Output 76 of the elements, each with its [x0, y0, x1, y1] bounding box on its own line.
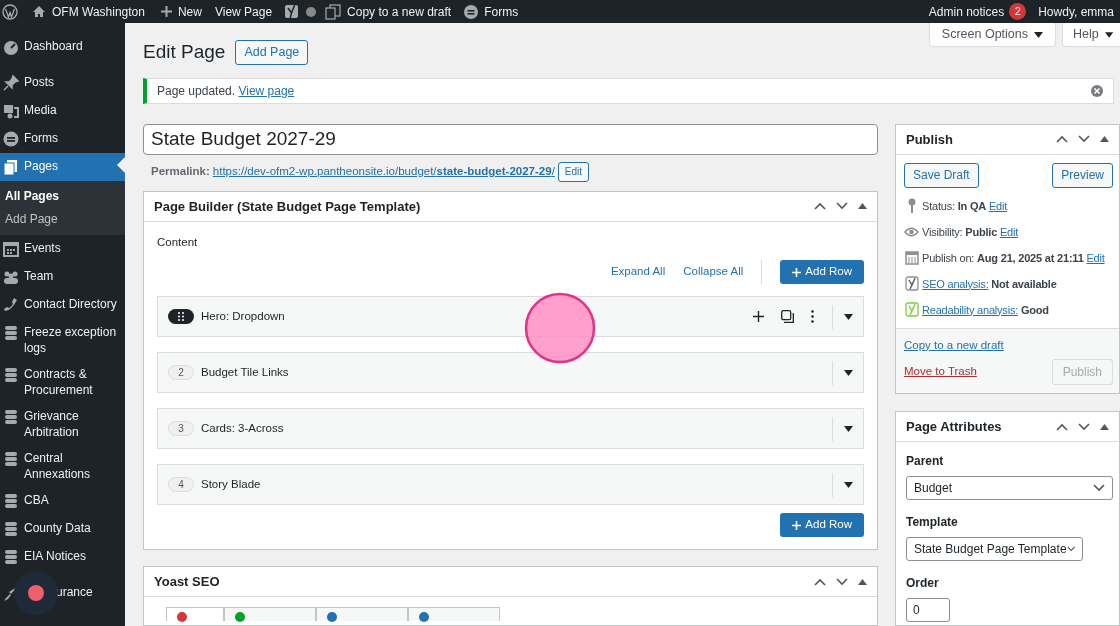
menu-item[interactable]: Contracts & Procurement	[0, 361, 125, 403]
analysis-text: Readability analysis: Good	[922, 302, 1049, 318]
menu-item[interactable]: EIA Notices	[0, 543, 125, 571]
menu-item[interactable]: Events	[0, 235, 125, 263]
publish-setting: Status: In QA Edit	[922, 198, 1008, 214]
admin-notices-link[interactable]: Admin notices	[928, 2, 1005, 21]
permalink-link[interactable]: https://dev-ofm2-wp.pantheonsite.io/budget/state-budget-2027-29/	[212, 163, 555, 181]
parent-select[interactable]: Budget	[906, 476, 1113, 500]
template-label: Template	[906, 514, 959, 531]
menu-item[interactable]: Team	[0, 263, 125, 291]
account-menu[interactable]: Howdy, emma	[1038, 2, 1114, 21]
menu-item[interactable]: Central Annexations	[0, 445, 125, 487]
analysis-link[interactable]: SEO analysis:	[922, 277, 989, 290]
new-link[interactable]: New	[177, 2, 202, 21]
layout-row[interactable]: 4 Story Blade	[157, 464, 864, 505]
row-number: 3	[168, 421, 194, 436]
menu-item[interactable]: Dashboard	[0, 33, 125, 61]
add-row-button[interactable]: Add Row	[780, 513, 864, 537]
menu-item[interactable]: urance	[0, 579, 125, 607]
menu-item[interactable]: Media	[0, 97, 125, 125]
menu-item[interactable]: Posts	[0, 69, 125, 97]
view-page-link[interactable]: View Page	[214, 2, 273, 21]
layout-row[interactable]: 3 Cards: 3-Across	[157, 408, 864, 449]
site-name-link[interactable]: OFM Washington	[52, 2, 145, 21]
content-label: Content	[157, 234, 199, 250]
row-number: 4	[168, 477, 194, 492]
menu-item[interactable]: CBA	[0, 487, 125, 515]
menu-item[interactable]: Pages	[0, 153, 125, 181]
collapse-all-link[interactable]: Collapse All	[683, 263, 744, 281]
row-title: Cards: 3-Across	[201, 420, 284, 436]
copy-draft-link[interactable]: Copy to a new draft	[904, 336, 1113, 354]
submenu-item[interactable]: Add Page	[0, 208, 125, 231]
forms-link[interactable]: Forms	[484, 2, 519, 21]
panel-title: Publish	[906, 130, 953, 149]
publish-setting: Visibility: Public Edit	[922, 224, 1019, 240]
panel-title: Page Attributes	[906, 417, 1002, 436]
layout-row[interactable]: Hero: Dropdown	[157, 296, 864, 337]
layout-row[interactable]: 2 Budget Tile Links	[157, 352, 864, 393]
order-label: Order	[906, 575, 940, 592]
menu-item[interactable]: Freeze exception logs	[0, 319, 125, 361]
parent-label: Parent	[906, 453, 945, 470]
notice-text: Page updated. View page	[157, 82, 295, 100]
analysis-text: SEO analysis: Not available	[922, 276, 1057, 292]
permalink-label: Permalink:	[151, 164, 210, 180]
panel-title: Page Builder (State Budget Page Template)	[154, 197, 421, 216]
expand-all-link[interactable]: Expand All	[610, 263, 666, 281]
order-field[interactable]: 0	[906, 598, 950, 622]
add-row-button[interactable]: Add Row	[780, 260, 864, 284]
page-heading: Edit Page	[143, 40, 226, 64]
help-button[interactable]: Help	[1062, 23, 1120, 47]
preview-button[interactable]: Preview	[1052, 162, 1113, 188]
submenu-item[interactable]: All Pages	[0, 185, 125, 208]
screen-options-button[interactable]: Screen Options	[928, 23, 1056, 47]
add-page-button[interactable]: Add Page	[235, 39, 309, 65]
trash-link[interactable]: Move to Trash	[904, 363, 977, 381]
menu-item[interactable]: Forms	[0, 125, 125, 153]
row-title: Budget Tile Links	[201, 364, 289, 380]
edit-link[interactable]: Edit	[999, 225, 1019, 238]
edit-link[interactable]: Edit	[1086, 251, 1105, 264]
save-draft-button[interactable]: Save Draft	[904, 162, 979, 188]
menu-item[interactable]: Grievance Arbitration	[0, 403, 125, 445]
analysis-link[interactable]: Readability analysis:	[922, 303, 1019, 316]
row-title: Hero: Dropdown	[201, 308, 285, 324]
template-select[interactable]: State Budget Page Template	[906, 537, 1083, 561]
notification-count: 2	[1009, 3, 1027, 20]
title-field[interactable]: State Budget 2027-29	[143, 123, 878, 155]
panel-title: Yoast SEO	[154, 572, 220, 591]
publish-setting: Publish on: Aug 21, 2025 at 21:11 Edit	[922, 250, 1105, 266]
menu-item[interactable]: Contact Directory	[0, 291, 125, 319]
view-page-link[interactable]: View page	[238, 83, 295, 98]
edit-permalink-button[interactable]: Edit	[557, 161, 590, 182]
edit-link[interactable]: Edit	[988, 199, 1008, 212]
copy-draft-link[interactable]: Copy to a new draft	[347, 2, 452, 21]
row-title: Story Blade	[201, 476, 261, 492]
menu-item[interactable]: County Data	[0, 515, 125, 543]
row-number: 2	[168, 365, 194, 380]
